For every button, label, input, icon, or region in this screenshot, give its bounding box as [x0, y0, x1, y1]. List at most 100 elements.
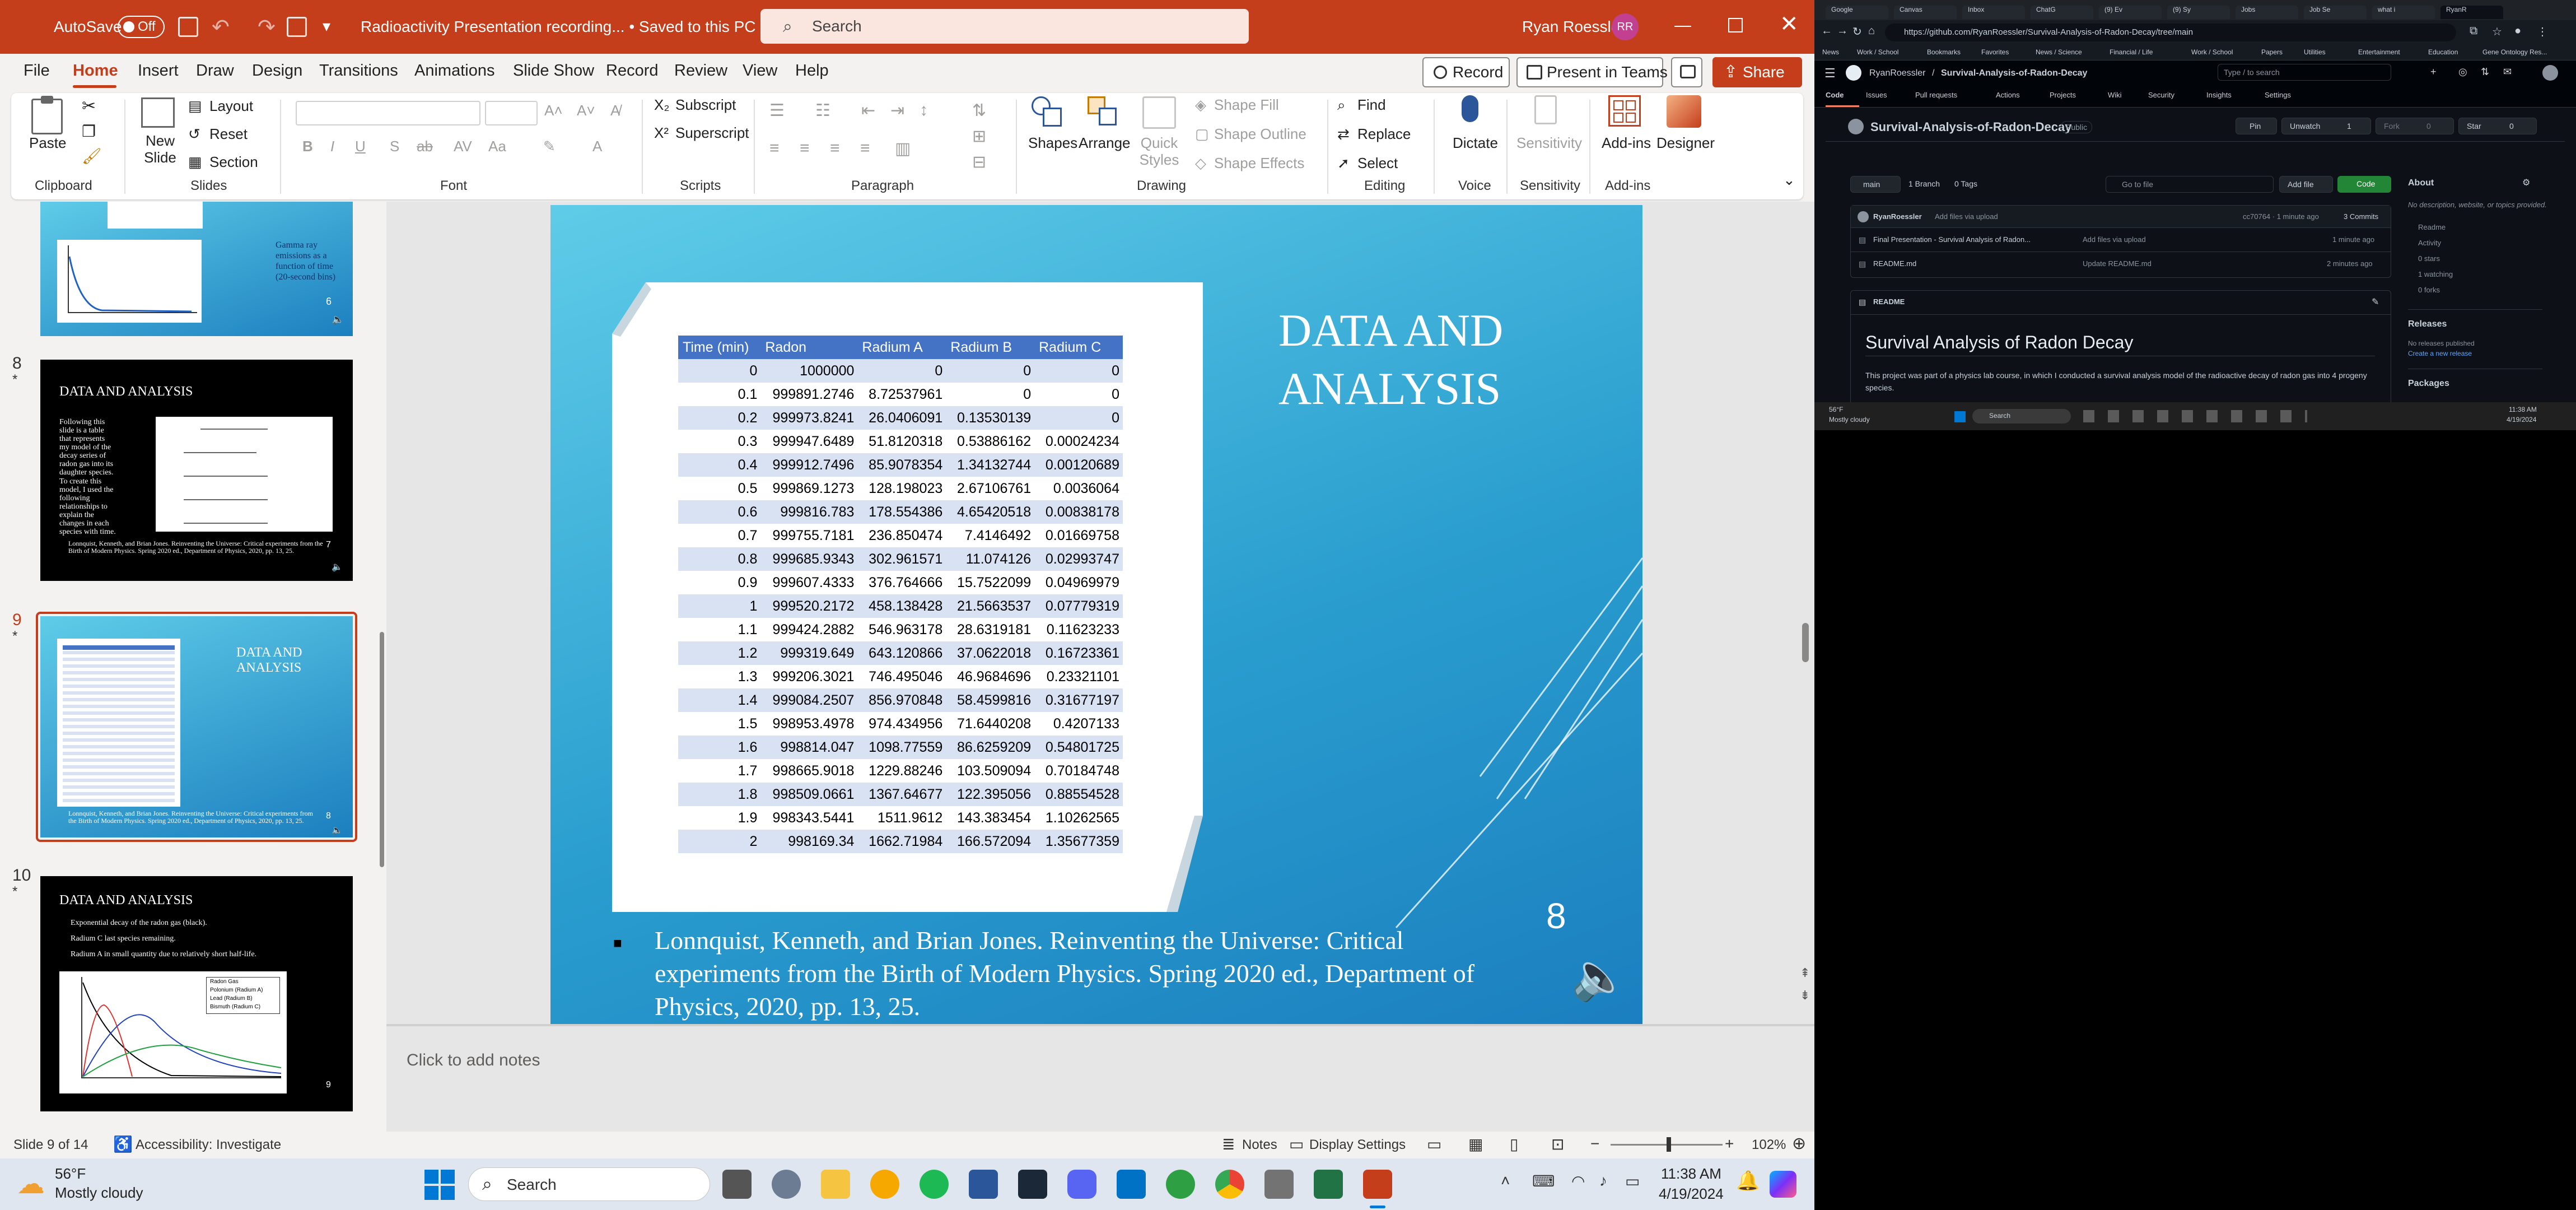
- calculator-icon[interactable]: [1264, 1170, 1294, 1199]
- table-cell[interactable]: 302.961571: [857, 547, 946, 571]
- record-button[interactable]: Record: [1422, 57, 1510, 87]
- forward-icon[interactable]: →: [1837, 25, 1848, 38]
- addins-label[interactable]: Add-ins: [1602, 134, 1651, 152]
- about-watching[interactable]: 1 watching: [2418, 270, 2453, 278]
- table-cell[interactable]: 8.72537961: [857, 383, 946, 406]
- table-cell[interactable]: 0.70184748: [1034, 759, 1123, 783]
- table-cell[interactable]: 1511.9612: [857, 806, 946, 830]
- table-cell[interactable]: 1662.71984: [857, 830, 946, 853]
- slide-canvas[interactable]: Time (min) Radon Radium A Radium B Radiu…: [550, 205, 1642, 1024]
- taskbar-search[interactable]: ⌕ Search: [468, 1167, 710, 1201]
- table-cell[interactable]: 0: [1034, 406, 1123, 430]
- table-cell[interactable]: 51.8120318: [857, 430, 946, 453]
- repo-tab[interactable]: Code: [1826, 91, 1844, 99]
- copilot-icon[interactable]: [1770, 1171, 1796, 1198]
- browser-tab[interactable]: what i: [2372, 6, 2435, 19]
- subscript-icon[interactable]: X₂: [654, 96, 669, 114]
- scrollbar-thumb[interactable]: [380, 632, 384, 867]
- table-cell[interactable]: 999685.9343: [760, 547, 858, 571]
- inbox-icon[interactable]: ✉: [2503, 66, 2512, 78]
- quick-styles-label[interactable]: Quick Styles: [1137, 134, 1182, 168]
- excel-icon[interactable]: [1314, 1170, 1343, 1199]
- weather-icon[interactable]: ☁: [17, 1167, 45, 1200]
- justify-icon[interactable]: ≡: [860, 139, 870, 158]
- align-text-icon[interactable]: ⊞: [972, 127, 986, 146]
- select-icon[interactable]: ➚: [1337, 155, 1350, 172]
- zoom-level[interactable]: 102%: [1752, 1137, 1786, 1153]
- table-cell[interactable]: 0.01669758: [1034, 524, 1123, 547]
- powerpoint-taskbar-icon[interactable]: [1363, 1170, 1392, 1199]
- github-logo-icon[interactable]: [1846, 65, 1861, 81]
- github-search[interactable]: Type / to search: [2218, 64, 2391, 81]
- fit-slide-icon[interactable]: ⊕: [1792, 1134, 1806, 1153]
- file-row[interactable]: ▤ Final Presentation - Survival Analysis…: [1851, 229, 2391, 252]
- table-cell[interactable]: 1.35677359: [1034, 830, 1123, 853]
- table-cell[interactable]: 26.0406091: [857, 406, 946, 430]
- paste-label[interactable]: Paste: [29, 134, 67, 152]
- file-commit-msg[interactable]: Update README.md: [2083, 259, 2152, 268]
- bookmark-item[interactable]: Entertainment: [2358, 48, 2400, 56]
- file-commit-msg[interactable]: Add files via upload: [2083, 235, 2146, 244]
- zoom-slider[interactable]: [1611, 1137, 1723, 1152]
- shrink-font-icon[interactable]: A˅: [577, 102, 595, 119]
- table-cell[interactable]: 376.764666: [857, 571, 946, 594]
- table-cell[interactable]: 0.0036064: [1034, 477, 1123, 500]
- table-cell[interactable]: 2: [678, 830, 761, 853]
- display-settings[interactable]: Display Settings: [1309, 1137, 1406, 1153]
- table-cell[interactable]: 998343.5441: [760, 806, 858, 830]
- battery-icon[interactable]: ▭: [1625, 1172, 1640, 1190]
- repo-tab[interactable]: Insights: [2206, 91, 2232, 99]
- table-cell[interactable]: 236.850474: [857, 524, 946, 547]
- table-cell[interactable]: 1.7: [678, 759, 761, 783]
- bookmark-star-icon[interactable]: ☆: [2492, 25, 2502, 39]
- table-cell[interactable]: 1.2: [678, 641, 761, 665]
- extensions-icon[interactable]: ⧉: [2470, 25, 2477, 38]
- table-cell[interactable]: 974.434956: [857, 712, 946, 736]
- restore-icon[interactable]: [1728, 18, 1743, 32]
- shape-effects-icon[interactable]: ◇: [1195, 155, 1206, 172]
- table-cell[interactable]: 1.9: [678, 806, 761, 830]
- browser-tab[interactable]: Jobs: [2236, 6, 2298, 19]
- bookmark-item[interactable]: Education: [2428, 48, 2458, 56]
- shape-effects-label[interactable]: Shape Effects: [1214, 155, 1304, 172]
- table-cell[interactable]: 0.00024234: [1034, 430, 1123, 453]
- table-cell[interactable]: 998953.4978: [760, 712, 858, 736]
- word-icon[interactable]: [969, 1170, 998, 1199]
- section-label[interactable]: Section: [209, 153, 258, 171]
- numbering-icon[interactable]: ☷: [815, 101, 830, 120]
- bookmark-item[interactable]: Work / School: [2191, 48, 2233, 56]
- volume-icon[interactable]: ♪: [1599, 1172, 1607, 1190]
- slide-thumbnail-9[interactable]: DATA AND ANALYSIS Lonnquist, Kenneth, an…: [40, 616, 353, 837]
- bookmark-item[interactable]: Work / School: [1857, 48, 1898, 56]
- find-label[interactable]: Find: [1357, 96, 1386, 114]
- browser-menu-icon[interactable]: ⋮: [2537, 25, 2548, 39]
- table-cell[interactable]: 0.53886162: [946, 430, 1035, 453]
- table-cell[interactable]: 999520.2172: [760, 594, 858, 618]
- branch-selector[interactable]: main: [1850, 176, 1901, 193]
- designer-icon[interactable]: [1667, 95, 1701, 128]
- table-cell[interactable]: 178.554386: [857, 500, 946, 524]
- notes-placeholder[interactable]: Click to add notes: [407, 1051, 540, 1070]
- thumbnail-scrollbar[interactable]: [379, 206, 385, 1125]
- replace-icon[interactable]: ⇄: [1337, 125, 1350, 143]
- autosave-toggle[interactable]: Off: [118, 16, 165, 38]
- user-name[interactable]: Ryan Roessler: [1522, 0, 1625, 54]
- table-cell[interactable]: 103.509094: [946, 759, 1035, 783]
- zoom-out-icon[interactable]: −: [1590, 1135, 1599, 1153]
- table-cell[interactable]: 0: [946, 383, 1035, 406]
- table-cell[interactable]: 0.54801725: [1034, 736, 1123, 759]
- table-cell[interactable]: 0.1: [678, 383, 761, 406]
- tab-design[interactable]: Design: [252, 62, 302, 80]
- notes-toggle[interactable]: Notes: [1242, 1137, 1277, 1153]
- table-cell[interactable]: 0.02993747: [1034, 547, 1123, 571]
- close-icon[interactable]: ✕: [1780, 11, 1799, 37]
- notifications-icon[interactable]: 🔔: [1736, 1170, 1760, 1192]
- table-cell[interactable]: 143.383454: [946, 806, 1035, 830]
- table-cell[interactable]: 856.970848: [857, 688, 946, 712]
- clear-format-icon[interactable]: A̸: [610, 102, 620, 119]
- table-cell[interactable]: 4.65420518: [946, 500, 1035, 524]
- table-cell[interactable]: 1.34132744: [946, 453, 1035, 477]
- table-cell[interactable]: 0.6: [678, 500, 761, 524]
- line-spacing-icon[interactable]: ↕: [920, 101, 928, 120]
- pull-requests-icon[interactable]: ⇅: [2481, 66, 2489, 78]
